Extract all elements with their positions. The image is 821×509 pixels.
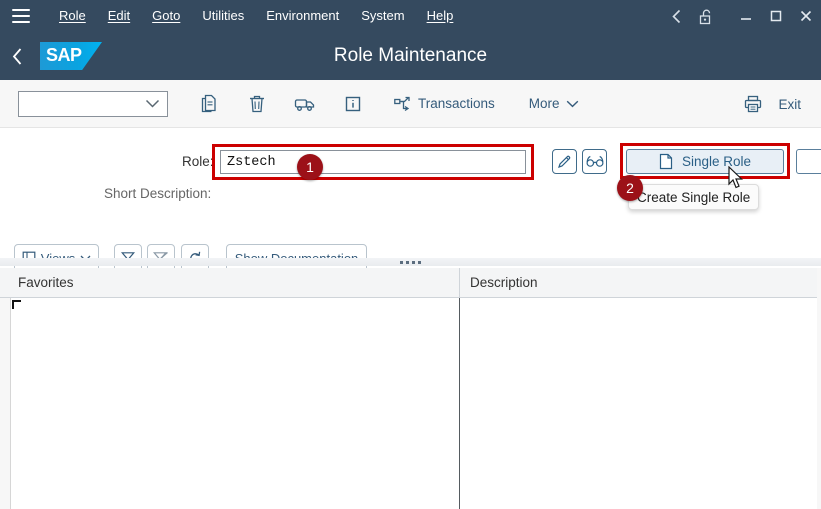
window-controls bbox=[661, 0, 821, 32]
sap-logo[interactable]: SAP bbox=[40, 42, 102, 70]
active-cell-marker bbox=[12, 300, 21, 309]
menu-label-goto: Goto bbox=[152, 8, 181, 23]
application-window: Role Edit Goto Utilities Environment Sys… bbox=[0, 0, 821, 509]
role-label: Role: bbox=[182, 154, 214, 169]
table-header-row: Favorites Description bbox=[0, 268, 821, 298]
menu-item-goto[interactable]: Goto bbox=[141, 0, 191, 32]
minimize-icon[interactable] bbox=[731, 0, 761, 32]
edit-role-button[interactable] bbox=[552, 149, 577, 174]
menu-label-environment: Environment bbox=[266, 8, 340, 23]
menu-bar: Role Edit Goto Utilities Environment Sys… bbox=[0, 0, 821, 32]
info-icon[interactable] bbox=[334, 87, 372, 121]
page-title: Role Maintenance bbox=[333, 45, 488, 66]
branch-icon bbox=[394, 96, 410, 111]
transactions-button[interactable]: Transactions bbox=[386, 87, 503, 121]
delete-icon[interactable] bbox=[238, 87, 276, 121]
display-role-button[interactable] bbox=[582, 149, 607, 174]
back-chevron-icon[interactable] bbox=[661, 0, 691, 32]
single-role-button[interactable]: Single Role bbox=[626, 149, 784, 174]
adjacent-role-button[interactable] bbox=[796, 149, 821, 174]
toolbar-select-dropdown[interactable] bbox=[18, 90, 168, 117]
menu-item-help[interactable]: Help bbox=[416, 0, 465, 32]
short-description-label: Short Description: bbox=[104, 186, 212, 201]
annotation-badge-2: 2 bbox=[617, 175, 643, 201]
single-role-label: Single Role bbox=[681, 154, 752, 169]
print-icon[interactable] bbox=[734, 87, 772, 121]
menu-item-system[interactable]: System bbox=[350, 0, 415, 32]
exit-button[interactable]: Exit bbox=[772, 97, 815, 112]
hamburger-menu-icon[interactable] bbox=[12, 9, 30, 23]
menu-item-utilities[interactable]: Utilities bbox=[191, 0, 255, 32]
menu-label-role: Role bbox=[59, 8, 86, 23]
column-header-favorites[interactable]: Favorites bbox=[18, 275, 74, 290]
copy-icon[interactable] bbox=[190, 87, 228, 121]
annotation-badge-1: 1 bbox=[297, 154, 323, 180]
table-body bbox=[0, 298, 821, 509]
sap-logo-text: SAP bbox=[46, 45, 82, 65]
unlock-icon[interactable] bbox=[691, 0, 721, 32]
more-button[interactable]: More bbox=[521, 87, 587, 121]
menu-label-edit: Edit bbox=[107, 8, 131, 23]
transactions-label: Transactions bbox=[418, 96, 495, 111]
shell-bar: SAP Role Maintenance bbox=[0, 32, 821, 80]
document-icon bbox=[659, 153, 673, 170]
body-column-divider bbox=[459, 298, 460, 509]
panel-splitter-handle[interactable] bbox=[0, 258, 821, 266]
menu-label-help: Help bbox=[426, 8, 454, 23]
menu-item-environment[interactable]: Environment bbox=[255, 0, 350, 32]
action-toolbar: Transactions More Exit bbox=[0, 80, 821, 128]
glasses-icon bbox=[586, 155, 604, 167]
shell-back-button[interactable] bbox=[0, 32, 34, 80]
chevron-down-icon bbox=[566, 100, 578, 107]
table-row-selector-rail[interactable] bbox=[0, 298, 11, 509]
drag-handle-dots-icon bbox=[400, 260, 421, 264]
favorites-table: Favorites Description bbox=[0, 268, 821, 509]
maximize-icon[interactable] bbox=[761, 0, 791, 32]
transport-icon[interactable] bbox=[286, 87, 324, 121]
menu-item-edit[interactable]: Edit bbox=[97, 0, 141, 32]
menu-item-role[interactable]: Role bbox=[48, 0, 97, 32]
create-single-role-tooltip: Create Single Role bbox=[628, 184, 760, 210]
table-right-rail bbox=[817, 268, 821, 509]
menu-label-utilities: Utilities bbox=[202, 8, 245, 23]
more-label: More bbox=[528, 96, 560, 111]
column-header-description[interactable]: Description bbox=[470, 275, 538, 290]
toolbar-right-group: Exit bbox=[734, 80, 815, 128]
role-input[interactable] bbox=[220, 150, 526, 174]
menu-label-system: System bbox=[361, 8, 405, 23]
close-icon[interactable] bbox=[791, 0, 821, 32]
header-column-divider[interactable] bbox=[459, 268, 460, 298]
pencil-icon bbox=[558, 155, 571, 168]
